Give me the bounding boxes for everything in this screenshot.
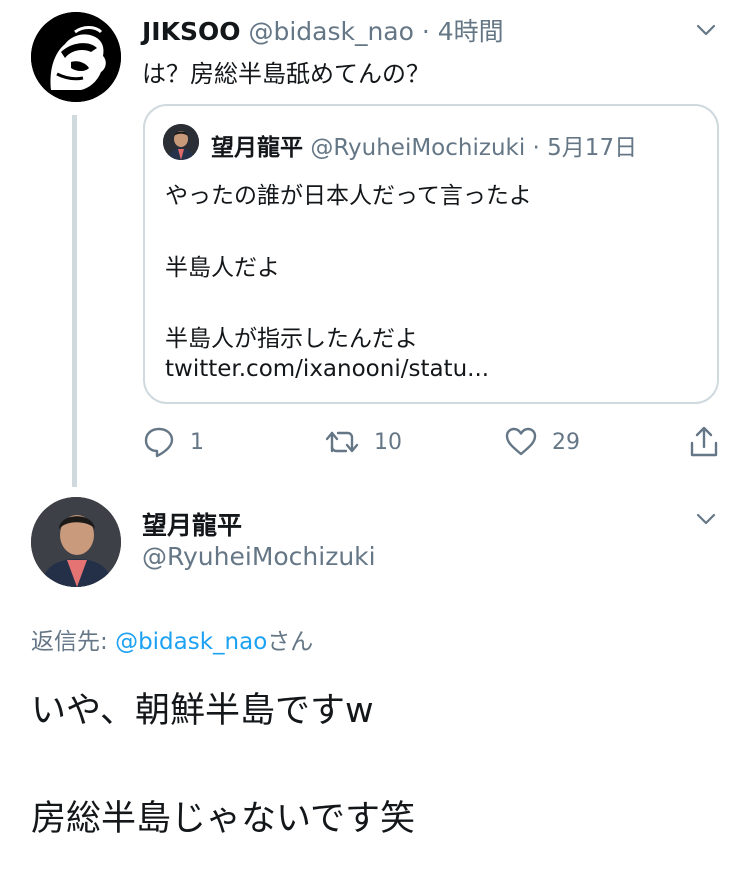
quote-line: やったの誰が日本人だって言ったよ bbox=[165, 183, 532, 209]
like-count: 29 bbox=[552, 429, 580, 455]
reply-count: 1 bbox=[190, 429, 204, 455]
reply-icon bbox=[142, 425, 176, 459]
quote-author-handle: @RyuheiMochizuki bbox=[310, 135, 526, 161]
like-button[interactable]: 29 bbox=[504, 422, 580, 462]
avatar-ryuhei[interactable] bbox=[31, 497, 121, 587]
chevron-down-icon[interactable] bbox=[694, 18, 718, 42]
quote-line: 半島人だよ bbox=[165, 255, 280, 281]
separator-dot: · bbox=[532, 135, 540, 161]
retweet-button[interactable]: 10 bbox=[324, 422, 402, 462]
avatar-jiksoo[interactable] bbox=[31, 12, 121, 102]
author-handle[interactable]: @bidask_nao bbox=[248, 17, 413, 46]
retweet-count: 10 bbox=[374, 429, 402, 455]
quote-author-name: 望月龍平 bbox=[211, 135, 303, 161]
retweet-icon bbox=[324, 425, 360, 459]
reply-to-line: 返信先: @bidask_naoさん bbox=[31, 622, 313, 656]
reply-suffix: さん bbox=[267, 629, 314, 655]
quote-date: 5月17日 bbox=[547, 135, 638, 161]
reply-button[interactable]: 1 bbox=[142, 422, 204, 462]
author-name[interactable]: JIKSOO bbox=[142, 17, 241, 46]
author-handle[interactable]: @RyuheiMochizuki bbox=[142, 542, 376, 571]
tweet-text: は？房総半島舐めてんの？ bbox=[142, 60, 430, 88]
thread-connector-line bbox=[72, 115, 77, 487]
separator-dot: · bbox=[421, 17, 430, 46]
quote-line: 半島人が指示したんだよ bbox=[165, 326, 418, 352]
tweet-text-line: いや、朝鮮半島ですw bbox=[31, 691, 374, 731]
reply-mention-link[interactable]: @bidask_nao bbox=[115, 629, 267, 655]
quote-avatar bbox=[163, 124, 199, 160]
quoted-tweet[interactable]: 望月龍平 @RyuheiMochizuki · 5月17日 やったの誰が日本人だ… bbox=[143, 104, 719, 404]
quote-link[interactable]: twitter.com/ixanooni/statu... bbox=[165, 356, 489, 382]
chevron-down-icon[interactable] bbox=[694, 507, 718, 531]
tweet-text-line: 房総半島じゃないです笑 bbox=[31, 799, 415, 839]
author-name[interactable]: 望月龍平 bbox=[142, 506, 242, 542]
share-icon bbox=[688, 425, 720, 459]
share-button[interactable] bbox=[688, 422, 720, 462]
reply-prefix: 返信先: bbox=[31, 629, 116, 655]
quote-header: 望月龍平 @RyuheiMochizuki · 5月17日 bbox=[211, 128, 637, 162]
tweet-actions: 1 10 29 bbox=[142, 422, 732, 462]
like-icon bbox=[504, 425, 538, 459]
tweet-time[interactable]: 4時間 bbox=[438, 17, 504, 46]
tweet-header: JIKSOO @bidask_nao · 4時間 bbox=[142, 12, 504, 48]
